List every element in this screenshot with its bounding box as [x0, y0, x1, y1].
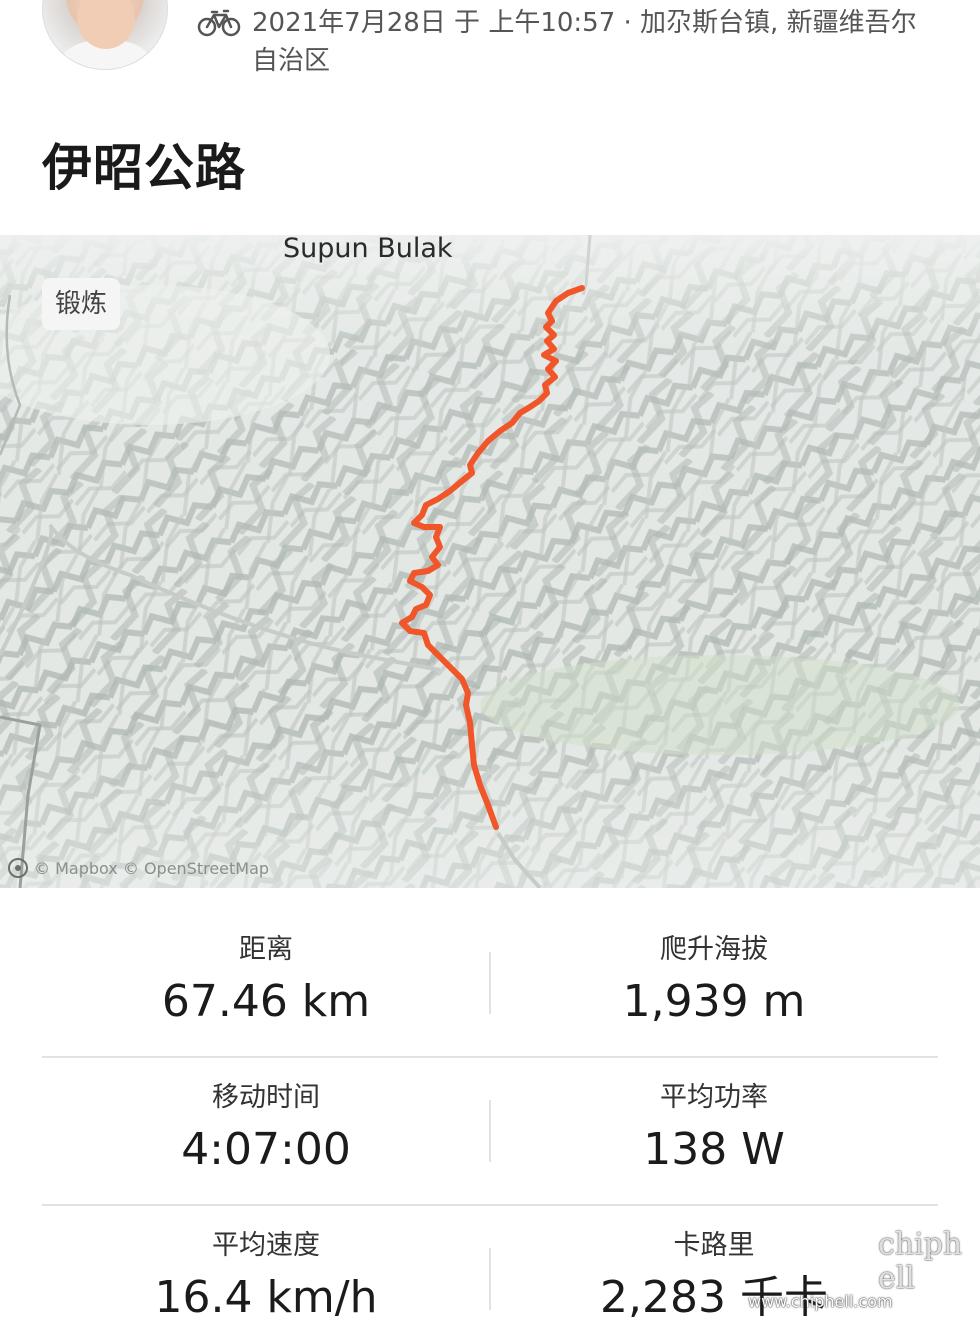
- stat-value: 67.46 km: [161, 976, 371, 1027]
- stat-value: 1,939 m: [622, 976, 806, 1027]
- activity-meta: 2021年7月28日 于 上午10:57 · 加尕斯台镇, 新疆维吾尔自治区: [252, 8, 917, 76]
- stat-distance: 距离 67.46 km: [42, 910, 490, 1058]
- bicycle-icon: [197, 9, 241, 37]
- route-map[interactable]: [0, 235, 980, 888]
- stat-elevation-gain: 爬升海拔 1,939 m: [490, 910, 938, 1058]
- page-title: 伊昭公路: [42, 139, 246, 197]
- stat-label: 平均功率: [660, 1082, 768, 1113]
- map-canvas: [0, 235, 980, 888]
- map-attribution[interactable]: © Mapbox © OpenStreetMap: [8, 858, 269, 878]
- stat-avg-power: 平均功率 138 W: [490, 1058, 938, 1206]
- stat-label: 距离: [239, 934, 293, 965]
- stat-value: 138 W: [643, 1124, 785, 1175]
- stat-moving-time: 移动时间 4:07:00: [42, 1058, 490, 1206]
- stat-label: 卡路里: [673, 1230, 755, 1261]
- stats-row: 平均速度 16.4 km/h 卡路里 2,283 千卡: [42, 1206, 938, 1340]
- stat-label: 平均速度: [212, 1230, 320, 1261]
- stat-label: 移动时间: [212, 1082, 320, 1113]
- attribution-text: © Mapbox © OpenStreetMap: [34, 858, 270, 878]
- avatar[interactable]: [42, 0, 168, 70]
- stat-label: 爬升海拔: [660, 934, 768, 965]
- activity-header: 2021年7月28日 于 上午10:57 · 加尕斯台镇, 新疆维吾尔自治区 伊…: [0, 0, 980, 235]
- stats-row: 距离 67.46 km 爬升海拔 1,939 m: [42, 910, 938, 1058]
- map-type-badge[interactable]: 锻炼: [42, 278, 120, 330]
- stat-avg-speed: 平均速度 16.4 km/h: [42, 1206, 490, 1340]
- stats-grid: 距离 67.46 km 爬升海拔 1,939 m 移动时间 4:07:00 平均…: [42, 910, 938, 1340]
- stat-value: 2,283 千卡: [600, 1272, 828, 1323]
- stat-value: 16.4 km/h: [154, 1272, 378, 1323]
- stats-row: 移动时间 4:07:00 平均功率 138 W: [42, 1058, 938, 1206]
- stat-value: 4:07:00: [181, 1124, 351, 1175]
- stat-calories: 卡路里 2,283 千卡: [490, 1206, 938, 1340]
- info-icon[interactable]: [8, 858, 28, 878]
- map-place-label: Supun Bulak: [283, 233, 453, 264]
